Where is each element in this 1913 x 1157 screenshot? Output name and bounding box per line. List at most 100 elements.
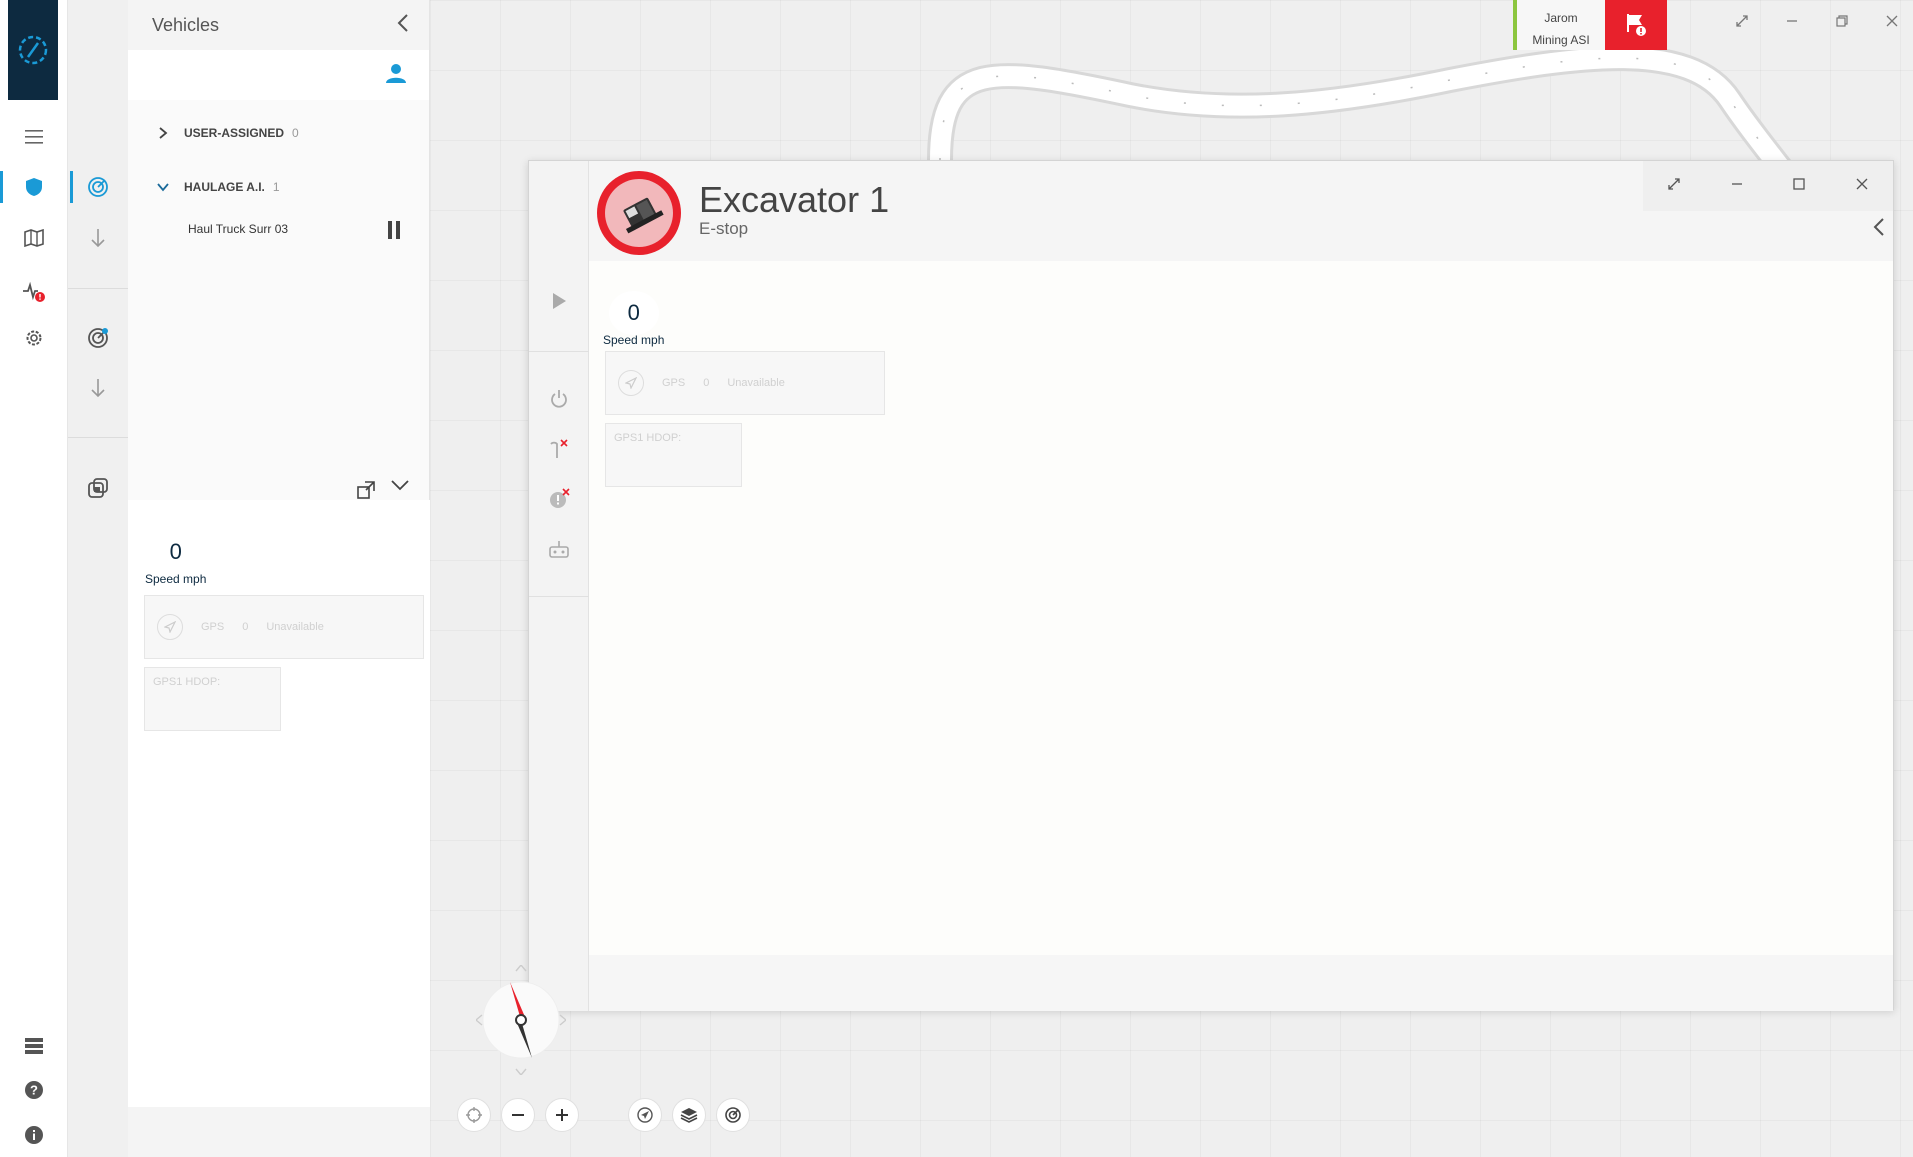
hook-disable-button[interactable] xyxy=(529,429,589,469)
rail-shield-button[interactable] xyxy=(0,167,68,207)
expand-icon xyxy=(1668,178,1680,190)
hook-x-icon xyxy=(550,439,568,458)
speed-gauge: 0 Speed mph xyxy=(603,291,664,347)
chevron-down-icon xyxy=(391,480,409,491)
arrow-down-icon xyxy=(91,229,105,248)
collapse-detail-button[interactable] xyxy=(390,478,410,497)
zoom-out-button[interactable] xyxy=(501,1098,535,1132)
speed-value: 0 xyxy=(150,530,201,574)
navigate-button[interactable] xyxy=(628,1098,662,1132)
minimize-icon xyxy=(1731,183,1742,185)
rail-server-button[interactable] xyxy=(0,1026,68,1066)
power-icon xyxy=(551,390,567,408)
speed-value: 0 xyxy=(608,291,659,335)
panel-footer xyxy=(128,1107,430,1157)
dialog-maximize-button[interactable] xyxy=(1793,177,1805,195)
gps-status: Unavailable xyxy=(266,621,324,633)
activity-alert-icon xyxy=(23,281,45,302)
person-icon xyxy=(386,63,406,83)
crosshair-icon xyxy=(466,1107,482,1123)
navigation-icon xyxy=(637,1107,653,1123)
dialog-header: Excavator 1 E-stop xyxy=(589,161,1893,261)
group-label: USER-ASSIGNED xyxy=(184,126,285,140)
pause-button[interactable] xyxy=(388,221,400,239)
rail-settings-button[interactable] xyxy=(0,318,68,358)
gps-status-box: GPS 0 Unavailable xyxy=(605,351,885,415)
rail2-radar-alert-button[interactable] xyxy=(68,318,128,358)
user-info[interactable]: Jarom Mining ASI xyxy=(1513,0,1605,50)
server-icon xyxy=(25,1038,43,1054)
nav-rail: ? xyxy=(0,0,68,1157)
hamburger-menu-button[interactable] xyxy=(0,117,68,157)
gps-value: 0 xyxy=(703,377,710,389)
restore-icon xyxy=(1836,15,1848,27)
layers-button[interactable] xyxy=(672,1098,706,1132)
recenter-button[interactable] xyxy=(457,1098,491,1132)
logo-icon xyxy=(18,35,48,65)
rail2-lock-group-button[interactable] xyxy=(68,468,128,508)
navigation-icon xyxy=(618,370,644,396)
dialog-sidebar xyxy=(529,161,589,1011)
chevron-down-icon xyxy=(157,183,169,192)
collapse-panel-button[interactable] xyxy=(397,13,409,38)
svg-text:?: ? xyxy=(30,1083,38,1098)
dialog-sidebar-divider xyxy=(529,596,589,597)
map-layer-tools xyxy=(628,1098,750,1132)
speed-label: Speed mph xyxy=(603,333,665,347)
layers-icon xyxy=(680,1108,698,1123)
group-user-assigned[interactable]: USER-ASSIGNED 0 xyxy=(156,126,299,140)
rail-map-button[interactable] xyxy=(0,218,68,258)
app-close-button[interactable] xyxy=(1886,14,1898,30)
dialog-body: 0 Speed mph GPS 0 Unavailable GPS1 HDOP: xyxy=(589,261,1893,955)
secondary-rail xyxy=(68,0,128,1157)
map-zoom-tools xyxy=(457,1098,579,1132)
dialog-expand-button[interactable] xyxy=(1668,177,1680,195)
panel-user-row xyxy=(128,50,429,100)
dialog-title: Excavator 1 xyxy=(699,179,890,220)
play-button[interactable] xyxy=(529,281,589,321)
rail2-download-button[interactable] xyxy=(68,218,128,258)
remote-control-button[interactable] xyxy=(529,529,589,569)
map-compass[interactable] xyxy=(475,964,567,1076)
vehicle-list-item[interactable]: Haul Truck Surr 03 xyxy=(188,222,288,236)
app-restore-button[interactable] xyxy=(1836,14,1848,30)
dialog-minimize-button[interactable] xyxy=(1731,177,1743,195)
chevron-left-icon xyxy=(397,13,408,32)
power-button[interactable] xyxy=(529,379,589,419)
radar-icon xyxy=(725,1107,741,1123)
rail2-radar-button[interactable] xyxy=(68,167,128,207)
group-haulage-ai[interactable]: HAULAGE A.I. 1 xyxy=(156,180,280,194)
rail2-divider xyxy=(68,288,128,289)
dialog-collapse-button[interactable] xyxy=(1873,217,1885,242)
user-org: Mining ASI xyxy=(1532,33,1590,47)
rail2-download-button-2[interactable] xyxy=(68,368,128,408)
gps-status: Unavailable xyxy=(727,377,785,389)
dialog-footer xyxy=(589,955,1893,1011)
app-minimize-button[interactable] xyxy=(1786,14,1798,30)
vehicle-detail-area xyxy=(128,480,430,1110)
dialog-close-button[interactable] xyxy=(1856,177,1868,195)
popout-button[interactable] xyxy=(356,480,376,505)
map-icon xyxy=(24,229,44,247)
radar-button[interactable] xyxy=(716,1098,750,1132)
hdop-label: GPS1 HDOP: xyxy=(153,676,221,688)
group-count: 1 xyxy=(272,180,280,194)
rail-activity-alert-button[interactable] xyxy=(0,272,68,312)
excavator-icon xyxy=(623,197,664,234)
zoom-in-button[interactable] xyxy=(545,1098,579,1132)
rail-info-button[interactable] xyxy=(0,1115,68,1155)
radar-icon xyxy=(88,177,108,197)
rail2-divider xyxy=(68,437,128,438)
alert-flag-button[interactable] xyxy=(1605,0,1667,50)
rail-help-button[interactable]: ? xyxy=(0,1070,68,1110)
app-fullscreen-button[interactable] xyxy=(1736,14,1748,30)
gps-status-box: GPS 0 Unavailable xyxy=(144,595,424,659)
alert-disable-button[interactable] xyxy=(529,479,589,519)
shield-icon xyxy=(26,178,42,196)
app-logo[interactable] xyxy=(8,0,58,100)
assign-user-button[interactable] xyxy=(385,62,407,89)
hamburger-menu-icon xyxy=(25,130,43,144)
arrow-down-icon xyxy=(91,379,105,398)
navigation-icon xyxy=(157,614,183,640)
vehicle-dialog: Excavator 1 E-stop 0 Speed mph GPS 0 Una… xyxy=(528,160,1894,1011)
